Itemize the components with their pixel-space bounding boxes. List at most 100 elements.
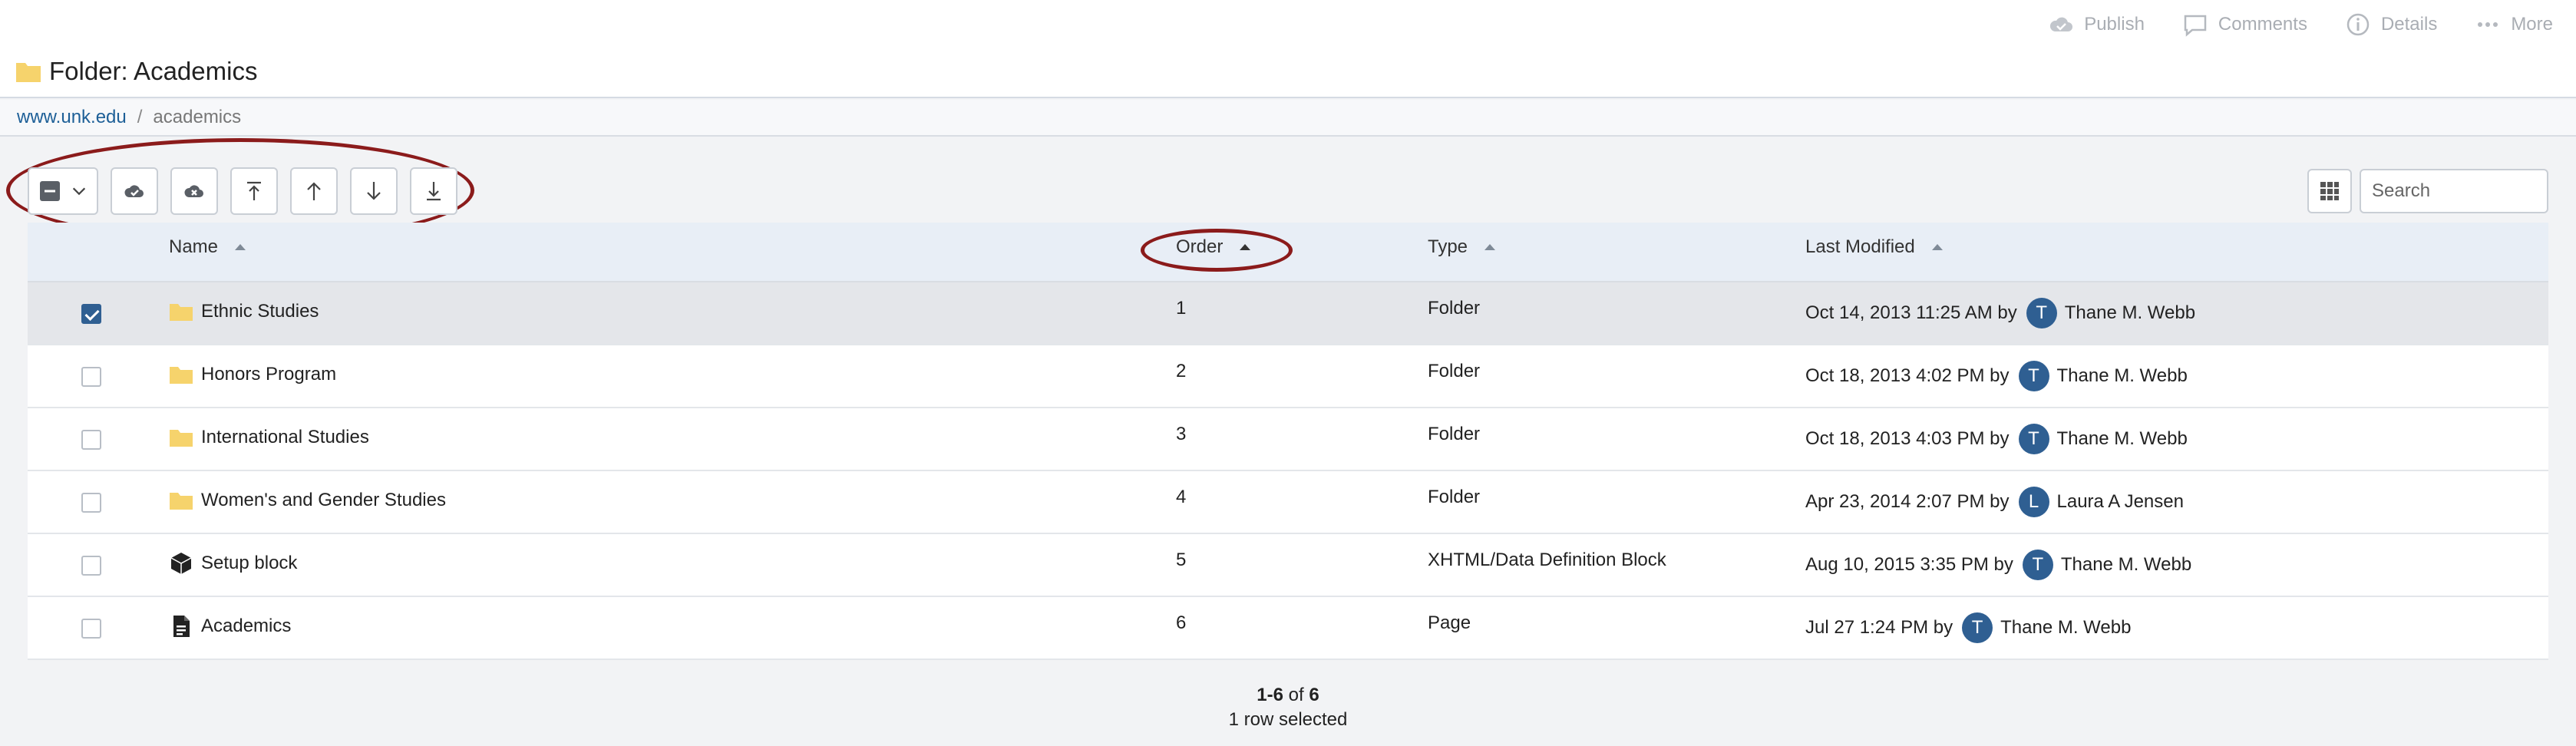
folder-icon (16, 63, 41, 82)
publish-selected-button[interactable] (111, 167, 158, 215)
row-modified-date: Oct 14, 2013 11:25 AM by (1805, 302, 2017, 323)
sort-arrow-icon (1240, 244, 1251, 250)
move-down-button[interactable] (350, 167, 398, 215)
ellipsis-icon (2478, 22, 2498, 27)
cloud-check-icon (2050, 17, 2073, 31)
folder-icon (170, 367, 193, 384)
arrow-to-top-icon (247, 181, 261, 200)
page-title: Folder: Academics (15, 57, 257, 86)
row-modified-user[interactable]: Thane M. Webb (2057, 365, 2188, 387)
column-order-label: Order (1176, 236, 1224, 257)
row-modified-user[interactable]: Thane M. Webb (2000, 617, 2131, 639)
row-order: 1 (1176, 298, 1187, 319)
row-modified-date: Oct 18, 2013 4:03 PM by (1805, 428, 2010, 449)
grid-icon (2320, 182, 2339, 200)
column-last-modified-label: Last Modified (1805, 236, 1915, 257)
row-last-modified: Oct 18, 2013 4:03 PM by T Thane M. Webb (1805, 424, 2188, 454)
details-button[interactable]: Details (2344, 11, 2437, 38)
page-title-text: Folder: Academics (49, 57, 258, 85)
grid-view-toggle[interactable] (2307, 169, 2352, 213)
asset-table: Name Order Type Last Modified Ethnic Stu… (28, 223, 2548, 660)
avatar: T (2018, 424, 2049, 454)
row-name[interactable]: Ethnic Studies (169, 299, 319, 324)
row-type: Page (1428, 612, 1471, 633)
row-type: Folder (1428, 487, 1481, 507)
row-modified-user[interactable]: Thane M. Webb (2057, 428, 2188, 450)
avatar: T (2018, 361, 2049, 391)
row-last-modified: Oct 18, 2013 4:02 PM by T Thane M. Webb (1805, 361, 2188, 391)
row-last-modified: Jul 27 1:24 PM by T Thane M. Webb (1805, 612, 2131, 643)
row-name-text: Honors Program (201, 364, 337, 385)
column-header-type[interactable]: Type (1428, 236, 1496, 258)
row-name[interactable]: Women's and Gender Studies (169, 488, 446, 513)
top-action-bar: Publish Comments Details More (0, 0, 2576, 49)
row-name-text: Setup block (201, 553, 298, 573)
column-header-order[interactable]: Order (1176, 236, 1251, 258)
row-checkbox[interactable] (81, 430, 101, 450)
avatar: T (1962, 612, 1993, 643)
column-name-label: Name (169, 236, 219, 257)
row-checkbox[interactable] (81, 304, 101, 324)
move-up-button[interactable] (290, 167, 338, 215)
table-row[interactable]: Women's and Gender Studies 4 Folder Apr … (28, 471, 2548, 534)
page-document-icon (173, 616, 190, 637)
selection-count: 1 row selected (1228, 709, 1348, 730)
column-header-name[interactable]: Name (169, 236, 246, 258)
row-checkbox[interactable] (81, 556, 101, 576)
table-row[interactable]: Ethnic Studies 1 Folder Oct 14, 2013 11:… (28, 282, 2548, 345)
sort-arrow-icon (1485, 244, 1496, 250)
breadcrumb: www.unk.edu / academics (0, 100, 2576, 137)
folder-icon (170, 493, 193, 510)
row-name[interactable]: Setup block (169, 551, 297, 576)
sort-arrow-icon (235, 244, 246, 250)
row-type: XHTML/Data Definition Block (1428, 550, 1666, 570)
row-name-text: Ethnic Studies (201, 301, 319, 322)
table-row[interactable]: Honors Program 2 Folder Oct 18, 2013 4:0… (28, 345, 2548, 408)
breadcrumb-root-link[interactable]: www.unk.edu (17, 107, 127, 128)
chevron-down-icon (72, 187, 86, 196)
move-to-bottom-button[interactable] (410, 167, 457, 215)
list-toolbar (28, 167, 457, 215)
row-type: Folder (1428, 424, 1481, 444)
info-icon (2346, 13, 2370, 36)
cloud-check-icon (124, 185, 144, 197)
row-type: Folder (1428, 361, 1481, 381)
row-order: 2 (1176, 361, 1187, 381)
column-header-last-modified[interactable]: Last Modified (1805, 236, 1943, 258)
row-name[interactable]: Academics (169, 614, 291, 639)
row-name[interactable]: International Studies (169, 425, 369, 450)
row-modified-user[interactable]: Thane M. Webb (2061, 554, 2191, 576)
search-input[interactable] (2360, 169, 2548, 213)
table-row[interactable]: Setup block 5 XHTML/Data Definition Bloc… (28, 534, 2548, 597)
row-checkbox[interactable] (81, 493, 101, 513)
pagination-of: of (1288, 685, 1304, 705)
row-checkbox[interactable] (81, 367, 101, 387)
arrow-up-icon (307, 182, 321, 200)
select-dropdown-button[interactable] (28, 167, 98, 215)
row-modified-date: Apr 23, 2014 2:07 PM by (1805, 491, 2010, 512)
unpublish-selected-button[interactable] (170, 167, 218, 215)
row-order: 3 (1176, 424, 1187, 444)
publish-button[interactable]: Publish (2047, 11, 2145, 38)
comments-button[interactable]: Comments (2181, 11, 2307, 38)
table-row[interactable]: International Studies 3 Folder Oct 18, 2… (28, 408, 2548, 471)
block-cube-icon (170, 553, 192, 574)
row-modified-date: Aug 10, 2015 3:35 PM by (1805, 554, 2013, 575)
pagination-range: 1-6 (1257, 685, 1283, 705)
arrow-down-icon (367, 182, 381, 200)
row-order: 6 (1176, 612, 1187, 633)
more-button[interactable]: More (2474, 11, 2553, 38)
row-type: Folder (1428, 298, 1481, 319)
avatar: T (2026, 298, 2057, 328)
row-modified-user[interactable]: Laura A Jensen (2057, 491, 2184, 513)
move-to-top-button[interactable] (230, 167, 278, 215)
details-label: Details (2380, 14, 2438, 35)
folder-icon (170, 430, 193, 447)
row-order: 5 (1176, 550, 1187, 570)
table-row[interactable]: Academics 6 Page Jul 27 1:24 PM by T Tha… (28, 597, 2548, 660)
row-modified-date: Oct 18, 2013 4:02 PM by (1805, 365, 2010, 386)
row-modified-user[interactable]: Thane M. Webb (2065, 302, 2195, 324)
row-checkbox[interactable] (81, 619, 101, 639)
row-name[interactable]: Honors Program (169, 362, 336, 387)
row-last-modified: Aug 10, 2015 3:35 PM by T Thane M. Webb (1805, 550, 2191, 580)
